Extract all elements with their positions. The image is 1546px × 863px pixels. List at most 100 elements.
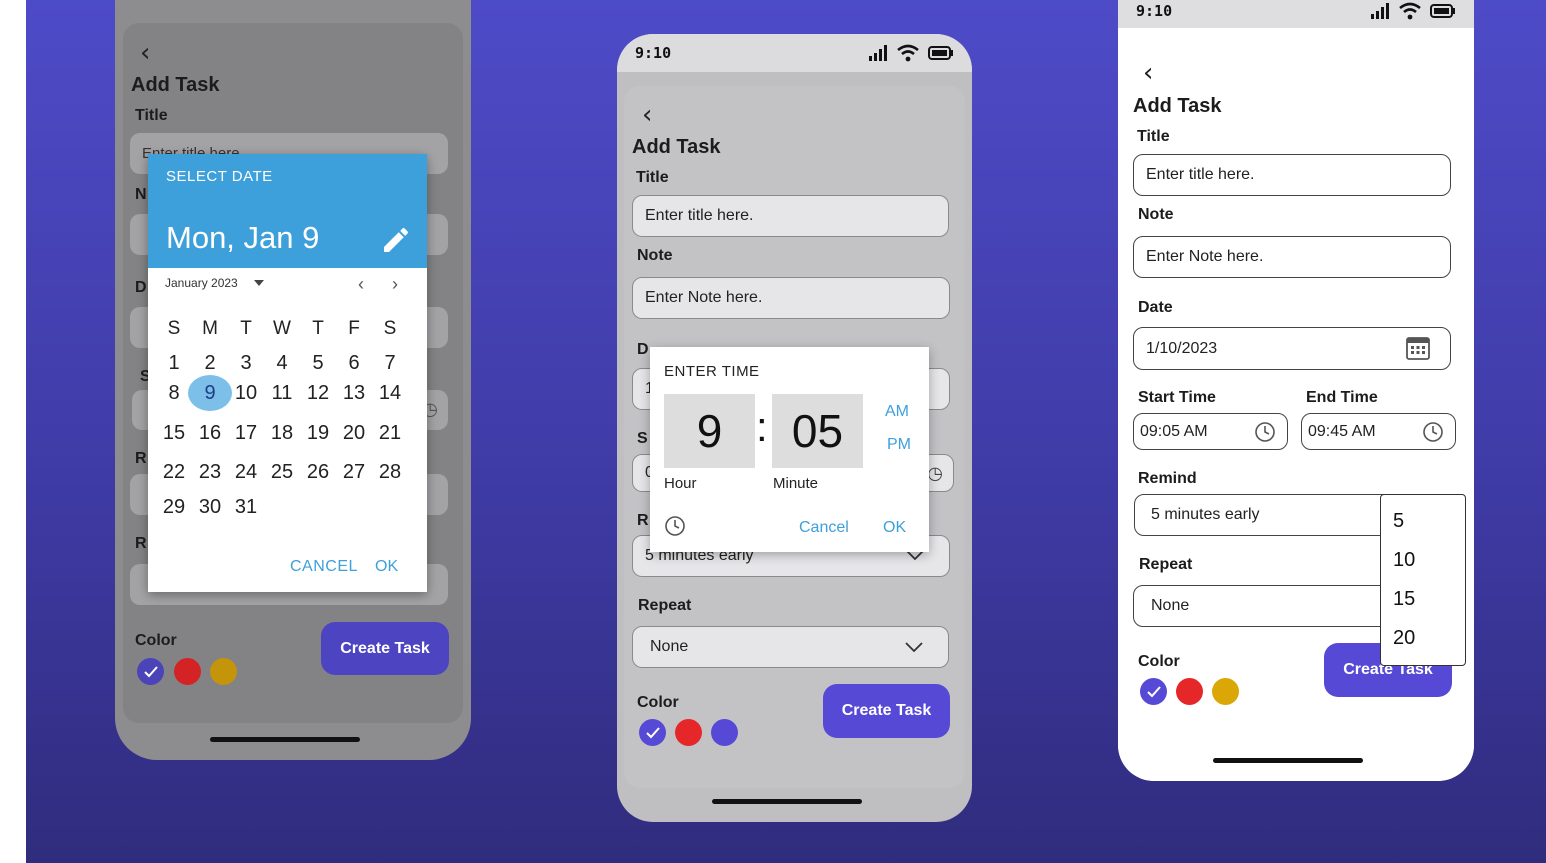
calendar-day[interactable]: 4 bbox=[264, 348, 300, 378]
calendar-day[interactable]: 18 bbox=[264, 418, 300, 448]
cancel-button[interactable]: Cancel bbox=[799, 519, 849, 537]
color-swatch-yellow[interactable] bbox=[210, 658, 237, 685]
home-indicator bbox=[1213, 758, 1363, 763]
calendar-day[interactable]: 1 bbox=[156, 348, 192, 378]
calendar-icon[interactable] bbox=[1406, 336, 1430, 360]
calendar-day[interactable]: 5 bbox=[300, 348, 336, 378]
calendar-day[interactable]: 10 bbox=[228, 378, 264, 408]
calendar-day[interactable]: 8 bbox=[156, 378, 192, 408]
calendar-day[interactable]: 21 bbox=[372, 418, 408, 448]
calendar-day[interactable]: 14 bbox=[372, 378, 408, 408]
minute-input[interactable]: 05 bbox=[772, 394, 863, 468]
note-placeholder: Enter Note here. bbox=[645, 289, 763, 306]
back-icon[interactable]: ‹ bbox=[642, 100, 652, 130]
calendar-day[interactable]: 26 bbox=[300, 457, 336, 487]
remind-option[interactable]: 5 bbox=[1393, 510, 1404, 533]
weekday-label: S bbox=[383, 318, 397, 339]
calendar-day[interactable]: 7 bbox=[372, 348, 408, 378]
ok-button[interactable]: OK bbox=[375, 558, 398, 576]
note-label: Note bbox=[1138, 206, 1174, 223]
calendar-day[interactable]: 12 bbox=[300, 378, 336, 408]
calendar-day[interactable]: 20 bbox=[336, 418, 372, 448]
ok-button[interactable]: OK bbox=[883, 519, 906, 537]
calendar-day[interactable]: 2 bbox=[192, 348, 228, 378]
calendar-day[interactable]: 29 bbox=[156, 492, 192, 522]
color-swatch-blue[interactable] bbox=[711, 719, 738, 746]
calendar-day[interactable]: 28 bbox=[372, 457, 408, 487]
wifi-icon bbox=[897, 44, 919, 62]
check-icon bbox=[646, 727, 660, 739]
calendar-day[interactable]: 19 bbox=[300, 418, 336, 448]
pencil-icon[interactable] bbox=[380, 224, 412, 256]
page-title: Add Task bbox=[632, 136, 721, 158]
calendar-day[interactable]: 13 bbox=[336, 378, 372, 408]
clock-mode-icon[interactable] bbox=[664, 515, 686, 537]
month-label[interactable]: January 2023 bbox=[165, 276, 238, 290]
signal-icon bbox=[1371, 3, 1389, 19]
title-placeholder: Enter title here. bbox=[645, 207, 754, 224]
calendar-day[interactable]: 27 bbox=[336, 457, 372, 487]
time-separator: : bbox=[756, 403, 768, 450]
calendar-day[interactable]: 3 bbox=[228, 348, 264, 378]
calendar-day-selected[interactable]: 9 bbox=[188, 375, 232, 411]
color-swatch-accent[interactable] bbox=[1140, 678, 1167, 705]
color-label: Color bbox=[1138, 653, 1180, 670]
repeat-select[interactable]: None bbox=[632, 626, 949, 668]
calendar-day[interactable]: 6 bbox=[336, 348, 372, 378]
clock-icon bbox=[1255, 422, 1275, 442]
dropdown-arrow-icon[interactable] bbox=[252, 278, 266, 288]
note-placeholder: Enter Note here. bbox=[1146, 248, 1264, 265]
note-input[interactable]: Enter Note here. bbox=[1133, 236, 1451, 278]
next-month-icon[interactable]: › bbox=[392, 274, 398, 295]
calendar-day[interactable]: 31 bbox=[228, 492, 264, 522]
create-task-button[interactable]: Create Task bbox=[823, 684, 950, 738]
pm-toggle[interactable]: PM bbox=[887, 436, 911, 454]
calendar-day[interactable]: 11 bbox=[264, 378, 300, 408]
calendar-day[interactable]: 16 bbox=[192, 418, 228, 448]
am-toggle[interactable]: AM bbox=[885, 403, 909, 421]
prev-month-icon[interactable]: ‹ bbox=[358, 274, 364, 295]
date-input[interactable]: 1/10/2023 bbox=[1133, 327, 1451, 370]
remind-option[interactable]: 20 bbox=[1393, 627, 1415, 650]
color-swatch-yellow[interactable] bbox=[1212, 678, 1239, 705]
title-label: Title bbox=[1137, 128, 1170, 145]
end-time-input[interactable]: 09:45 AM bbox=[1301, 413, 1456, 450]
calendar-day[interactable]: 24 bbox=[228, 457, 264, 487]
back-icon[interactable]: ‹ bbox=[1143, 58, 1153, 88]
hour-input[interactable]: 9 bbox=[664, 394, 755, 468]
calendar-day[interactable]: 17 bbox=[228, 418, 264, 448]
repeat-label: R bbox=[135, 535, 147, 552]
color-swatch-accent[interactable] bbox=[639, 719, 666, 746]
note-input[interactable]: Enter Note here. bbox=[632, 277, 950, 319]
calendar-day[interactable]: 23 bbox=[192, 457, 228, 487]
back-icon[interactable]: ‹ bbox=[140, 38, 150, 68]
calendar-day[interactable]: 22 bbox=[156, 457, 192, 487]
chevron-down-icon bbox=[905, 642, 923, 653]
end-time-label: End Time bbox=[1306, 389, 1378, 406]
color-swatch-red[interactable] bbox=[1176, 678, 1203, 705]
weekday-label: W bbox=[273, 318, 291, 339]
title-input[interactable]: Enter title here. bbox=[1133, 154, 1451, 196]
wifi-icon bbox=[1399, 2, 1421, 20]
clock-icon bbox=[1423, 422, 1443, 442]
remind-label: Remind bbox=[1138, 470, 1197, 487]
repeat-value: None bbox=[1151, 597, 1190, 614]
time-picker-dialog: ENTER TIME 9 : 05 AM PM Hour Minute Canc… bbox=[650, 347, 929, 552]
color-swatch-red[interactable] bbox=[675, 719, 702, 746]
color-swatch-accent[interactable] bbox=[137, 658, 164, 685]
color-swatch-red[interactable] bbox=[174, 658, 201, 685]
create-task-button[interactable]: Create Task bbox=[321, 622, 449, 675]
select-date-label: SELECT DATE bbox=[166, 168, 273, 185]
repeat-label: Repeat bbox=[638, 597, 692, 614]
date-label: D bbox=[135, 279, 147, 296]
hour-value: 9 bbox=[696, 405, 723, 457]
cancel-button[interactable]: CANCEL bbox=[290, 558, 358, 576]
remind-option[interactable]: 15 bbox=[1393, 588, 1415, 611]
calendar-day[interactable]: 30 bbox=[192, 492, 228, 522]
calendar-day[interactable]: 15 bbox=[156, 418, 192, 448]
remind-option[interactable]: 10 bbox=[1393, 549, 1415, 572]
status-time: 9:10 bbox=[1136, 2, 1173, 20]
calendar-day[interactable]: 25 bbox=[264, 457, 300, 487]
title-input[interactable]: Enter title here. bbox=[632, 195, 949, 237]
start-time-input[interactable]: 09:05 AM bbox=[1133, 413, 1288, 450]
